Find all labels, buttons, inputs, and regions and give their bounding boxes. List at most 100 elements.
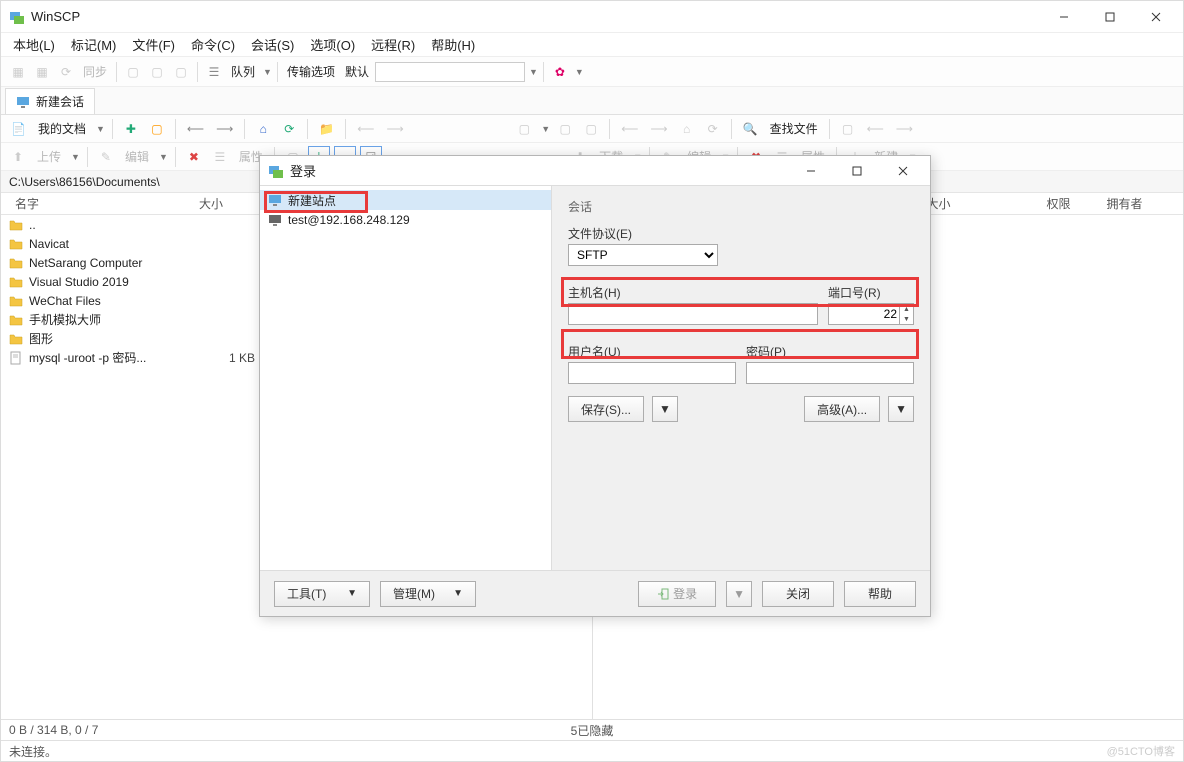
- menu-remote[interactable]: 远程(R): [363, 33, 423, 56]
- transfer-opts-label: 传输选项: [283, 63, 339, 80]
- fav-icon[interactable]: 📁: [315, 118, 338, 140]
- pass-label: 密码(P): [746, 343, 914, 360]
- site-test[interactable]: test@192.168.248.129: [260, 210, 551, 230]
- document-icon: [9, 351, 23, 365]
- transfer-mode[interactable]: 默认: [341, 63, 373, 80]
- col-perm[interactable]: 权限: [1041, 195, 1101, 212]
- menu-local[interactable]: 本地(L): [5, 33, 63, 56]
- tb-icon[interactable]: ▢: [146, 61, 168, 83]
- tb-icon[interactable]: ⟳: [55, 61, 77, 83]
- pass-input[interactable]: [746, 362, 914, 384]
- app-title: WinSCP: [31, 9, 80, 24]
- host-input[interactable]: [568, 303, 818, 325]
- home-icon[interactable]: ⌂: [252, 118, 274, 140]
- port-spinner[interactable]: ▲▼: [828, 303, 914, 325]
- help-button[interactable]: 帮助: [844, 581, 916, 607]
- winscp-icon: [9, 9, 25, 25]
- tb-gear[interactable]: ✿: [549, 61, 571, 83]
- site-new[interactable]: 新建站点: [260, 190, 551, 210]
- tb-icon[interactable]: ▦: [31, 61, 53, 83]
- sites-tree[interactable]: 新建站点 test@192.168.248.129: [260, 186, 552, 570]
- mydocs-label[interactable]: 我的文档: [34, 120, 90, 137]
- monitor-icon: [268, 214, 282, 226]
- r-icon: ▢: [580, 118, 602, 140]
- tools-button[interactable]: 工具(T)▼: [274, 581, 370, 607]
- file-name: 图形: [29, 330, 199, 347]
- login-button[interactable]: 登录: [638, 581, 716, 607]
- col-size[interactable]: 大小: [179, 195, 229, 212]
- status-mid: 5已隐藏: [571, 722, 614, 739]
- refresh-icon[interactable]: ⟳: [278, 118, 300, 140]
- menu-sess[interactable]: 会话(S): [243, 33, 302, 56]
- menu-help[interactable]: 帮助(H): [423, 33, 483, 56]
- monitor-icon: [16, 95, 30, 109]
- port-label: 端口号(R): [828, 284, 914, 301]
- nav-fwd[interactable]: ⟶: [212, 118, 237, 140]
- queue-icon[interactable]: ☰: [203, 61, 225, 83]
- tb-icon[interactable]: ▢: [122, 61, 144, 83]
- manage-button[interactable]: 管理(M)▼: [380, 581, 476, 607]
- site-label: 新建站点: [288, 192, 336, 209]
- dlg-min[interactable]: [788, 157, 834, 185]
- file-name: 手机模拟大师: [29, 311, 199, 328]
- menu-file[interactable]: 文件(F): [124, 33, 183, 56]
- menu-cmd[interactable]: 命令(C): [183, 33, 243, 56]
- edit-icon: ✎: [95, 146, 117, 168]
- local-toolbar: 📄 我的文档 ▼ ✚ ▢ ⟵ ⟶ ⌂ ⟳ 📁 ⟵ ⟶ ▢▼ ▢ ▢ ⟵ ⟶ ⌂: [1, 115, 1183, 143]
- monitor-icon: [268, 194, 282, 206]
- nav-icon[interactable]: ⟶: [382, 118, 407, 140]
- tb-icon[interactable]: ▦: [7, 61, 29, 83]
- menu-opt[interactable]: 选项(O): [302, 33, 363, 56]
- file-name: WeChat Files: [29, 294, 199, 308]
- sync-label[interactable]: 同步: [79, 63, 111, 80]
- save-dd[interactable]: ▼: [652, 396, 678, 422]
- nav-icon[interactable]: ⟵: [353, 118, 378, 140]
- user-input[interactable]: [568, 362, 736, 384]
- max-button[interactable]: [1087, 3, 1133, 31]
- r-icon: ▢: [554, 118, 576, 140]
- file-name: Visual Studio 2019: [29, 275, 199, 289]
- upload-icon: ⬆: [7, 146, 29, 168]
- dialog-titlebar: 登录: [260, 156, 930, 186]
- winscp-icon: [268, 163, 284, 179]
- transfer-combo[interactable]: [375, 62, 525, 82]
- file-name: ..: [29, 218, 199, 232]
- tb-icon[interactable]: ▢: [170, 61, 192, 83]
- menu-mark[interactable]: 标记(M): [63, 33, 125, 56]
- proto-label: 文件协议(E): [568, 225, 914, 242]
- nav-icon[interactable]: ✚: [120, 118, 142, 140]
- dlg-max[interactable]: [834, 157, 880, 185]
- r-icon: ⟶: [892, 118, 917, 140]
- mydocs-icon[interactable]: 📄: [7, 118, 30, 140]
- upload-label: 上传: [33, 148, 65, 165]
- min-button[interactable]: [1041, 3, 1087, 31]
- proto-select[interactable]: SFTP: [568, 244, 718, 266]
- nav-icon[interactable]: ▢: [146, 118, 168, 140]
- col-owner[interactable]: 拥有者: [1101, 195, 1161, 212]
- dialog-title: 登录: [290, 161, 316, 180]
- close-button[interactable]: [1133, 3, 1179, 31]
- save-button[interactable]: 保存(S)...: [568, 396, 644, 422]
- find-label[interactable]: 查找文件: [766, 120, 822, 137]
- session-tab-label: 新建会话: [36, 93, 84, 110]
- folder-icon: [9, 294, 23, 308]
- find-icon[interactable]: 🔍: [739, 118, 762, 140]
- status-bar-1: 0 B / 314 B, 0 / 7 5已隐藏: [1, 719, 1183, 740]
- login-dd[interactable]: ▼: [726, 581, 752, 607]
- x-icon: ✖: [183, 146, 205, 168]
- session-tabbar: 新建会话: [1, 87, 1183, 115]
- queue-label[interactable]: 队列: [227, 63, 259, 80]
- nav-back[interactable]: ⟵: [183, 118, 208, 140]
- r-icon: ⟵: [863, 118, 888, 140]
- advanced-dd[interactable]: ▼: [888, 396, 914, 422]
- session-tab-new[interactable]: 新建会话: [5, 88, 95, 114]
- watermark: @51CTO博客: [1107, 743, 1175, 759]
- main-window: WinSCP 本地(L) 标记(M) 文件(F) 命令(C) 会话(S) 选项(…: [0, 0, 1184, 762]
- user-label: 用户名(U): [568, 343, 736, 360]
- close-button[interactable]: 关闭: [762, 581, 834, 607]
- login-dialog: 登录 新建站点 test@192.168.248.129 会话 文件协议(E): [259, 155, 931, 617]
- advanced-button[interactable]: 高级(A)...: [804, 396, 880, 422]
- col-name[interactable]: 名字: [9, 195, 179, 212]
- dlg-close[interactable]: [880, 157, 926, 185]
- edit-label: 编辑: [121, 148, 153, 165]
